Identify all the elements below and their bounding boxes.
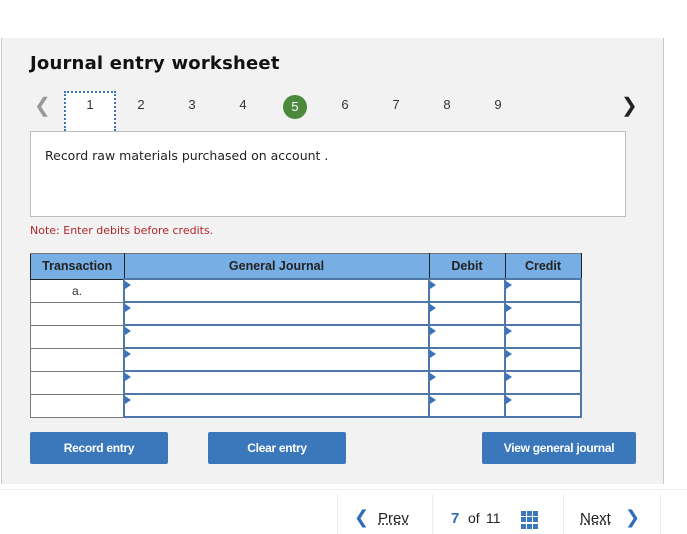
dropdown-marker-icon <box>430 281 436 289</box>
dropdown-marker-icon <box>506 281 512 289</box>
transaction-cell <box>30 347 125 372</box>
header-debit: Debit <box>428 253 506 280</box>
dropdown-marker-icon <box>125 373 131 381</box>
debit-input[interactable] <box>428 301 506 326</box>
debit-input[interactable] <box>428 278 506 303</box>
header-general-journal: General Journal <box>123 253 430 280</box>
dropdown-marker-icon <box>430 396 436 404</box>
dropdown-marker-icon <box>125 281 131 289</box>
footer-separator <box>432 494 433 534</box>
dropdown-marker-icon <box>430 350 436 358</box>
prev-link[interactable]: Prev <box>378 510 409 527</box>
step-6[interactable]: 6 <box>335 97 355 112</box>
prev-step-chevron-left-icon[interactable]: ❮ <box>34 93 51 118</box>
credit-input[interactable] <box>504 370 582 395</box>
transaction-cell <box>30 393 125 418</box>
grid-menu-icon[interactable] <box>521 511 539 529</box>
account-input[interactable] <box>123 393 430 418</box>
step-8[interactable]: 8 <box>437 97 457 112</box>
footer-separator <box>563 494 564 534</box>
next-chevron-right-icon[interactable]: ❯ <box>625 507 640 528</box>
dropdown-marker-icon <box>430 304 436 312</box>
next-link[interactable]: Next <box>580 510 611 527</box>
account-input[interactable] <box>123 370 430 395</box>
header-credit: Credit <box>504 253 582 280</box>
table-row <box>30 393 582 418</box>
step-9[interactable]: 9 <box>488 97 508 112</box>
transaction-cell <box>30 301 125 326</box>
prev-chevron-left-icon[interactable]: ❮ <box>354 507 369 528</box>
footer-separator <box>660 494 661 534</box>
table-row: a. <box>30 278 582 303</box>
footer-divider <box>0 489 687 490</box>
record-entry-button[interactable]: Record entry <box>30 432 168 464</box>
credit-input[interactable] <box>504 301 582 326</box>
step-3[interactable]: 3 <box>182 97 202 112</box>
step-7[interactable]: 7 <box>386 97 406 112</box>
page-of: of <box>468 510 480 526</box>
description-box: Record raw materials purchased on accoun… <box>30 131 626 217</box>
account-input[interactable] <box>123 301 430 326</box>
transaction-cell: a. <box>30 278 125 303</box>
step-5-active[interactable]: 5 <box>283 95 307 119</box>
debit-input[interactable] <box>428 393 506 418</box>
journal-table: Transaction General Journal Debit Credit… <box>30 253 582 418</box>
dropdown-marker-icon <box>125 304 131 312</box>
next-step-chevron-right-icon[interactable]: ❯ <box>621 93 638 118</box>
dropdown-marker-icon <box>506 327 512 335</box>
current-page: 7 <box>451 510 460 527</box>
dropdown-marker-icon <box>430 327 436 335</box>
header-transaction: Transaction <box>30 253 125 280</box>
table-row <box>30 324 582 349</box>
dropdown-marker-icon <box>430 373 436 381</box>
total-pages: 11 <box>486 510 501 526</box>
debit-input[interactable] <box>428 324 506 349</box>
credit-input[interactable] <box>504 393 582 418</box>
step-1[interactable]: 1 <box>80 97 100 112</box>
step-2[interactable]: 2 <box>131 97 151 112</box>
step-4[interactable]: 4 <box>233 97 253 112</box>
table-row <box>30 347 582 372</box>
table-row <box>30 301 582 326</box>
dropdown-marker-icon <box>125 350 131 358</box>
table-row <box>30 370 582 395</box>
credit-input[interactable] <box>504 324 582 349</box>
description-text: Record raw materials purchased on accoun… <box>45 148 329 163</box>
dropdown-marker-icon <box>125 327 131 335</box>
note-text: Note: Enter debits before credits. <box>30 224 214 237</box>
credit-input[interactable] <box>504 278 582 303</box>
account-input[interactable] <box>123 347 430 372</box>
dropdown-marker-icon <box>506 373 512 381</box>
dropdown-marker-icon <box>506 304 512 312</box>
footer-separator <box>337 494 338 534</box>
dropdown-marker-icon <box>125 396 131 404</box>
dropdown-marker-icon <box>506 350 512 358</box>
clear-entry-button[interactable]: Clear entry <box>208 432 346 464</box>
debit-input[interactable] <box>428 370 506 395</box>
transaction-cell <box>30 324 125 349</box>
debit-input[interactable] <box>428 347 506 372</box>
view-general-journal-button[interactable]: View general journal <box>482 432 636 464</box>
credit-input[interactable] <box>504 347 582 372</box>
transaction-cell <box>30 370 125 395</box>
account-input[interactable] <box>123 324 430 349</box>
dropdown-marker-icon <box>506 396 512 404</box>
page-title: Journal entry worksheet <box>30 53 280 74</box>
account-input[interactable] <box>123 278 430 303</box>
